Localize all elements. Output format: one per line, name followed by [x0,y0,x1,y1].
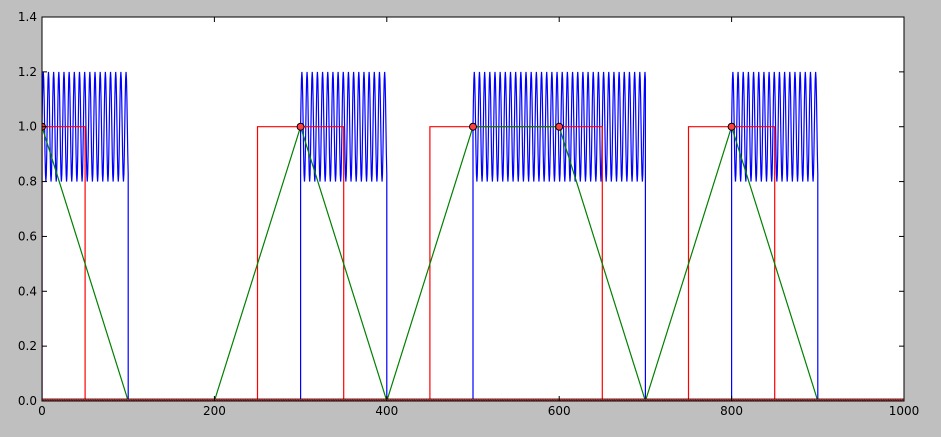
y-tick-label: 1.4 [18,10,37,24]
x-tick-label: 200 [203,404,226,418]
peak-marker [469,122,477,131]
y-tick-label: 0.6 [18,229,37,243]
y-tick-label: 0.0 [18,394,37,408]
y-tick-label: 0.2 [18,339,37,353]
x-tick-label: 800 [720,404,743,418]
y-tick-label: 1.0 [18,120,37,134]
x-tick-label: 400 [375,404,398,418]
y-tick-label: 0.4 [18,284,37,298]
x-tick-label: 0 [38,404,46,418]
peak-marker [555,122,564,131]
y-tick-label: 1.2 [18,65,37,79]
peak-marker [296,122,305,131]
y-tick-label: 0.8 [18,175,37,189]
x-tick-label: 600 [548,404,571,418]
chart-figure: 0 200 400 600 800 1000 0.0 0.2 0.4 0.6 0.8 1.0 1.2 1.… [18,10,920,418]
x-tick-label: 1000 [889,404,920,418]
peak-marker [727,122,736,131]
